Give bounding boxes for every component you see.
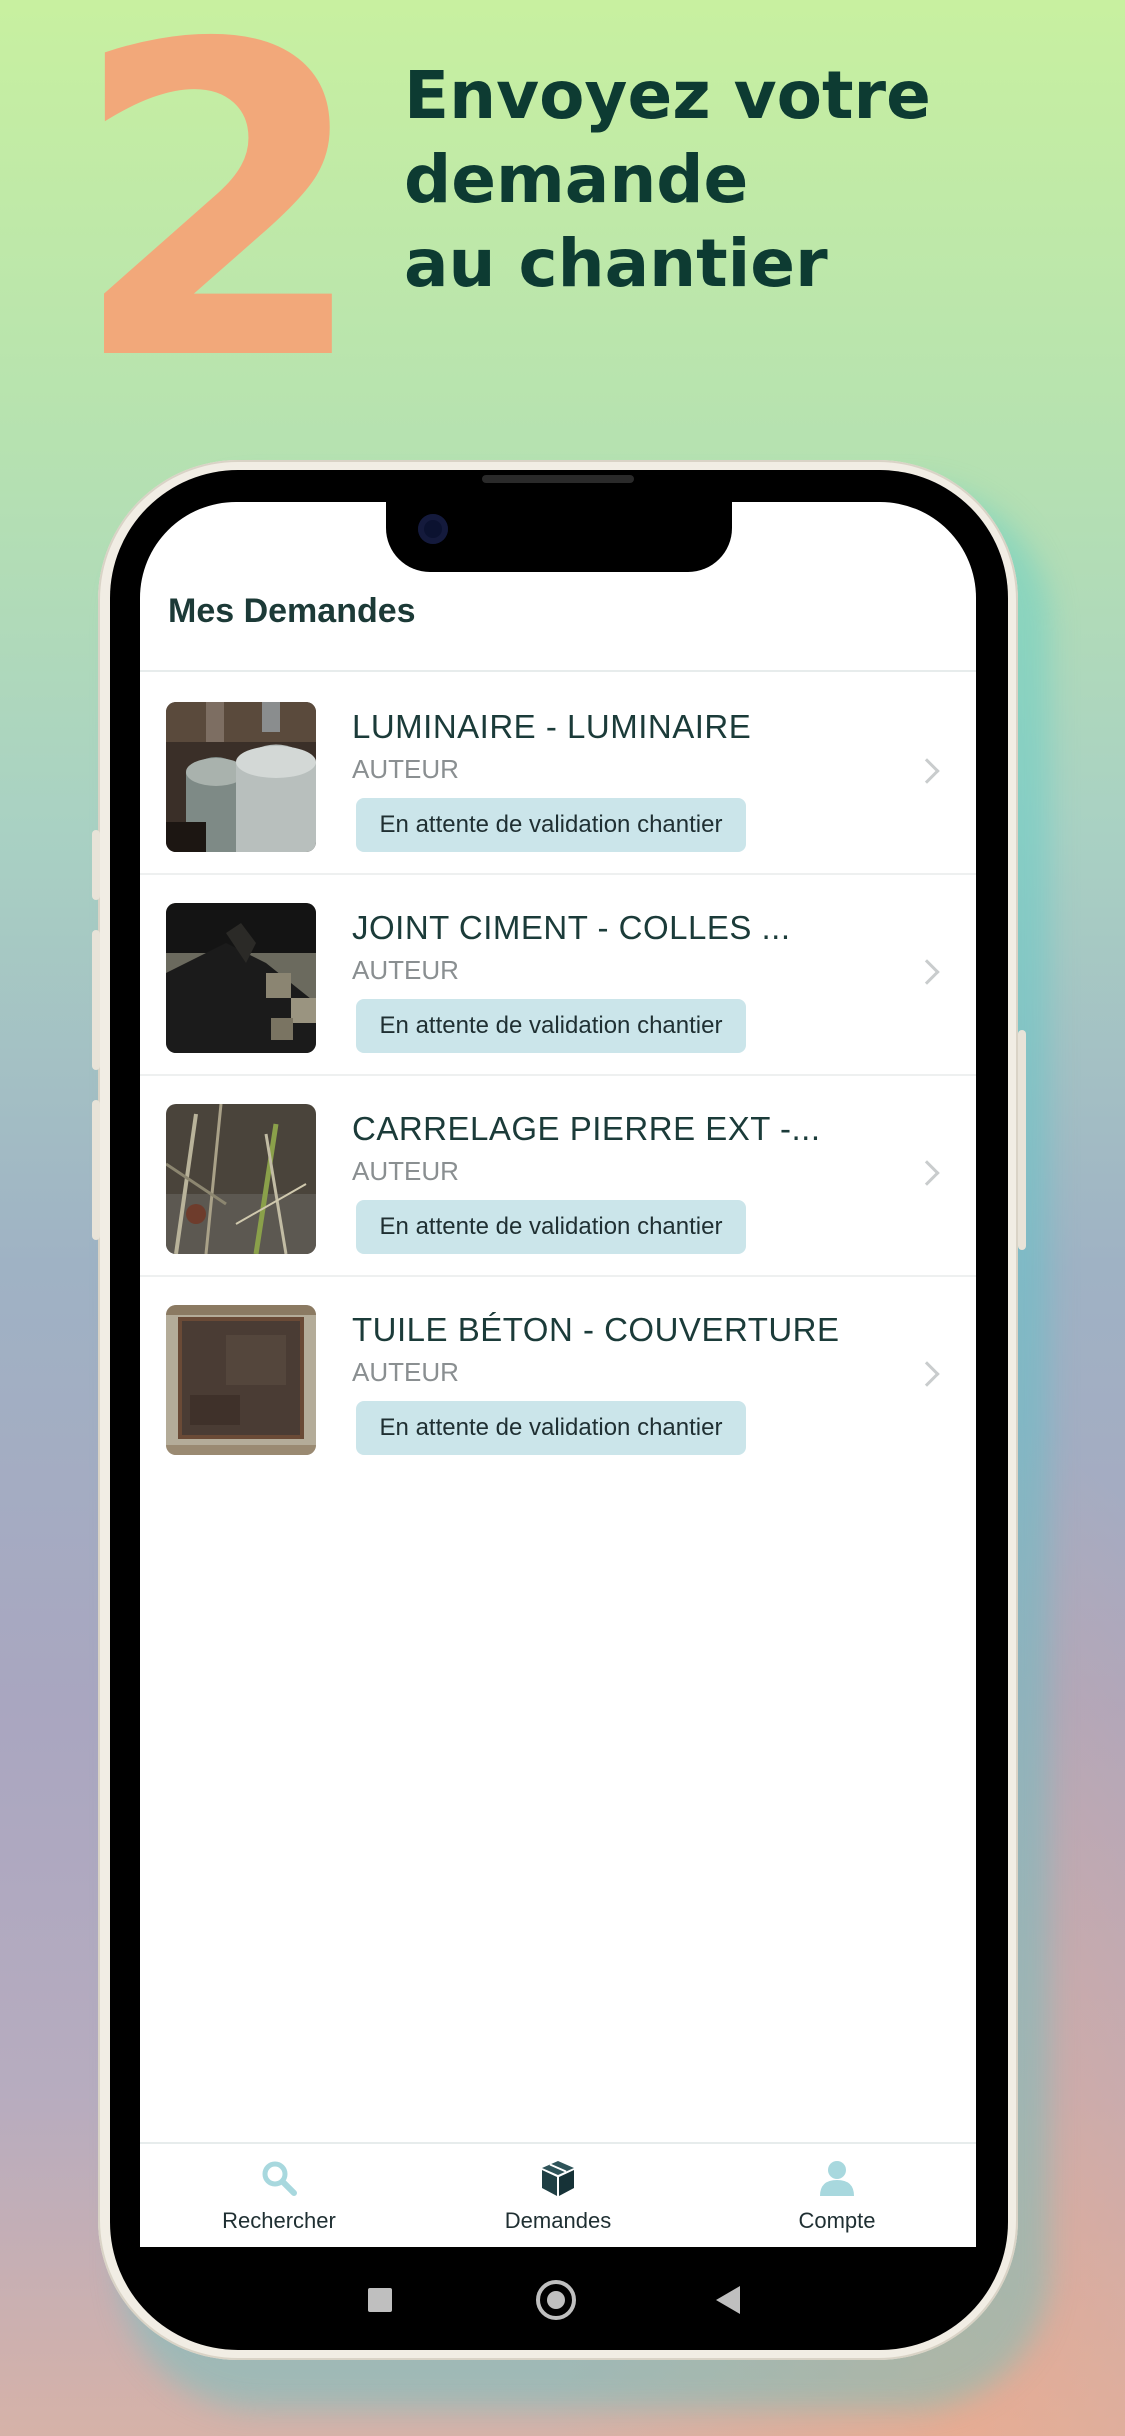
request-author: AUTEUR <box>352 1357 459 1387</box>
phone-side-button <box>92 830 100 900</box>
requests-list: LUMINAIRE - LUMINAIRE AUTEUR En attente … <box>140 674 976 1478</box>
person-icon <box>820 2161 854 2196</box>
page-title: Mes Demandes <box>168 592 416 630</box>
headline-line-1: Envoyez votre <box>404 57 931 134</box>
request-author: AUTEUR <box>352 955 459 985</box>
tab-label: Demandes <box>504 2208 612 2233</box>
request-author: AUTEUR <box>352 754 459 784</box>
request-row[interactable]: CARRELAGE PIERRE EXT -... AUTEUR En atte… <box>140 1076 976 1277</box>
search-icon <box>262 2161 297 2196</box>
request-row[interactable]: JOINT CIMENT - COLLES ... AUTEUR En atte… <box>140 875 976 1076</box>
vegetation-photo <box>166 1104 316 1254</box>
request-title: TUILE BÉTON - COUVERTURE <box>352 1311 840 1348</box>
chevron-right-icon <box>914 758 940 784</box>
bottom-tab-bar: Rechercher Demandes Compte <box>140 2142 976 2247</box>
status-badge: En attente de validation chantier <box>356 999 746 1053</box>
headline-line-2: demande <box>404 141 749 218</box>
concrete-tile-photo <box>166 1305 316 1455</box>
request-author: AUTEUR <box>352 1156 459 1186</box>
tab-label: Compte <box>798 2208 876 2233</box>
request-title: JOINT CIMENT - COLLES ... <box>352 909 791 946</box>
tab-compte[interactable]: Compte <box>698 2144 976 2247</box>
app-screen: Mes Demandes LUMINAIRE - LUMINAIRE AUTEU <box>140 502 976 2247</box>
recent-apps-button[interactable] <box>368 2288 392 2312</box>
status-badge: En attente de validation chantier <box>356 1200 746 1254</box>
front-camera <box>418 514 448 544</box>
request-title: CARRELAGE PIERRE EXT -... <box>352 1110 821 1147</box>
phone-speaker <box>482 475 634 483</box>
status-badge: En attente de validation chantier <box>356 798 746 852</box>
request-title: LUMINAIRE - LUMINAIRE <box>352 708 752 745</box>
home-button[interactable] <box>536 2280 576 2320</box>
step-number: 2 <box>70 0 369 455</box>
request-row[interactable]: TUILE BÉTON - COUVERTURE AUTEUR En atten… <box>140 1277 976 1478</box>
request-row[interactable]: LUMINAIRE - LUMINAIRE AUTEUR En attente … <box>140 674 976 875</box>
back-button[interactable] <box>716 2286 740 2314</box>
box-icon <box>542 2161 574 2196</box>
lamps-photo <box>166 702 316 852</box>
tab-demandes[interactable]: Demandes <box>419 2144 697 2247</box>
headline: Envoyez votre demande au chantier <box>404 54 1044 306</box>
chevron-right-icon <box>914 1361 940 1387</box>
tile-floor-photo <box>166 903 316 1053</box>
phone-side-button <box>92 930 100 1070</box>
tab-label: Rechercher <box>222 2208 336 2233</box>
phone-side-button <box>1018 1030 1026 1250</box>
tab-rechercher[interactable]: Rechercher <box>140 2144 418 2247</box>
status-badge: En attente de validation chantier <box>356 1401 746 1455</box>
chevron-right-icon <box>914 959 940 985</box>
phone-side-button <box>92 1100 100 1240</box>
headline-line-3: au chantier <box>404 225 828 302</box>
chevron-right-icon <box>914 1160 940 1186</box>
